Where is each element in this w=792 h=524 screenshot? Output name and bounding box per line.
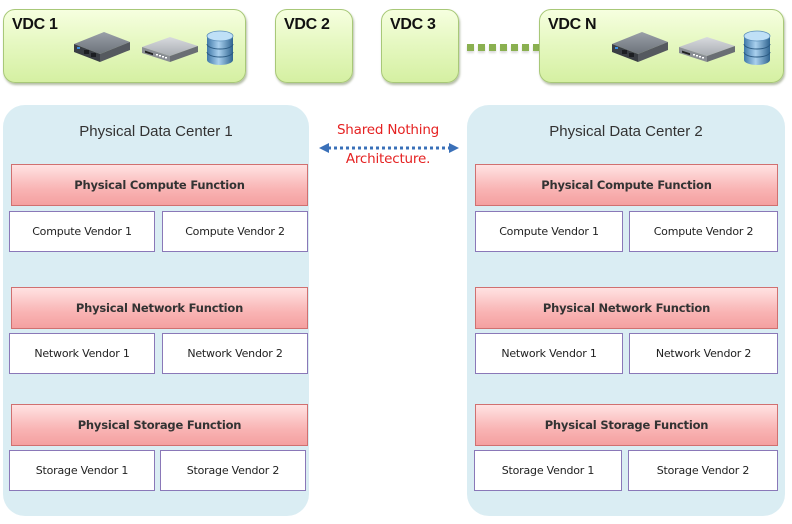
server-icon	[72, 30, 132, 64]
dot	[511, 44, 518, 51]
data-center-title: Physical Data Center 2	[549, 123, 703, 140]
dot	[467, 44, 474, 51]
network-function: Physical Network Function	[11, 287, 308, 329]
vendor-box: Compute Vendor 1	[475, 211, 623, 252]
vendor-box: Network Vendor 1	[9, 333, 155, 374]
vendor-box: Storage Vendor 1	[9, 450, 155, 491]
vdc-box-1: VDC 1	[3, 9, 246, 83]
vdc-label: VDC 2	[284, 16, 330, 33]
vendor-box: Network Vendor 2	[629, 333, 778, 374]
vendor-box: Storage Vendor 2	[628, 450, 778, 491]
vdc-label: VDC 3	[390, 16, 436, 33]
dot	[478, 44, 485, 51]
dot	[489, 44, 496, 51]
dot	[500, 44, 507, 51]
network-function: Physical Network Function	[475, 287, 778, 329]
server-icon	[610, 30, 670, 64]
shared-nothing-line2: Architecture.	[345, 151, 431, 167]
vdc-box-n: VDC N	[539, 9, 784, 83]
vendor-box: Storage Vendor 1	[474, 450, 622, 491]
database-icon	[205, 30, 235, 66]
dot	[522, 44, 529, 51]
database-icon	[742, 30, 772, 66]
vendor-box: Storage Vendor 2	[160, 450, 306, 491]
vendor-box: Compute Vendor 1	[9, 211, 155, 252]
physical-data-center-2: Physical Data Center 2 Physical Compute …	[467, 105, 785, 516]
vdc-label: VDC N	[548, 16, 597, 33]
vendor-box: Compute Vendor 2	[629, 211, 778, 252]
physical-data-center-1: Physical Data Center 1 Physical Compute …	[3, 105, 309, 516]
data-center-title: Physical Data Center 1	[79, 123, 233, 140]
network-switch-icon	[677, 34, 737, 64]
vdc-label: VDC 1	[12, 16, 58, 33]
shared-nothing-line1: Shared Nothing	[336, 122, 440, 138]
vdc-box-3: VDC 3	[381, 9, 459, 83]
storage-function: Physical Storage Function	[11, 404, 308, 446]
vendor-box: Compute Vendor 2	[162, 211, 308, 252]
ellipsis-connector	[467, 44, 540, 51]
vendor-box: Network Vendor 2	[162, 333, 308, 374]
storage-function: Physical Storage Function	[475, 404, 778, 446]
compute-function: Physical Compute Function	[11, 164, 308, 206]
vdc-box-2: VDC 2	[275, 9, 353, 83]
vendor-box: Network Vendor 1	[475, 333, 623, 374]
network-switch-icon	[140, 34, 200, 64]
compute-function: Physical Compute Function	[475, 164, 778, 206]
